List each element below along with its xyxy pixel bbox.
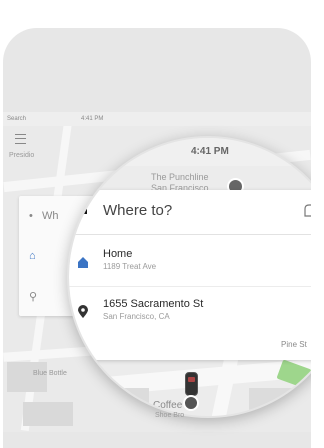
place-subtitle: 1189 Treat Ave bbox=[103, 262, 157, 271]
home-icon-small: ⌂ bbox=[29, 250, 36, 262]
where-to-row[interactable]: Where to? bbox=[69, 190, 311, 235]
location-pin-icon-small: ⚲ bbox=[29, 291, 38, 303]
status-bar: Search 4:41 PM bbox=[3, 112, 311, 126]
location-pin-icon bbox=[183, 395, 199, 411]
phone-frame: Search 4:41 PM Presidio Blue Bottle • Wh… bbox=[3, 28, 311, 448]
car-seat-icon[interactable] bbox=[301, 202, 311, 220]
saved-place-home[interactable]: Home 1189 Treat Ave bbox=[69, 240, 311, 287]
map-poi-small: Presidio bbox=[9, 152, 35, 159]
home-icon bbox=[78, 257, 88, 268]
status-bar-magnified: 4:41 PM bbox=[69, 138, 311, 166]
map-street-coffee: Coffee bbox=[153, 400, 183, 411]
status-carrier: Search bbox=[7, 116, 27, 122]
place-title: Home bbox=[103, 248, 133, 260]
place-title: 1655 Sacramento St bbox=[103, 298, 204, 310]
saved-place-sacramento[interactable]: 1655 Sacramento St San Francisco, CA bbox=[69, 290, 311, 336]
status-time: 4:41 PM bbox=[191, 146, 229, 157]
destination-square-icon bbox=[82, 209, 87, 214]
status-time-small: 4:41 PM bbox=[81, 116, 104, 122]
map-street-bottom: Shoe Bro bbox=[155, 412, 185, 419]
where-to-small: • Wh bbox=[29, 210, 59, 222]
map-block bbox=[249, 388, 311, 414]
car-icon bbox=[185, 372, 198, 396]
map-street-pine: Pine St bbox=[281, 340, 307, 349]
map-block bbox=[23, 402, 73, 426]
map-block bbox=[79, 388, 149, 416]
search-card: Where to? Home 1189 Treat Ave 1655 Sacra… bbox=[69, 190, 311, 360]
map-street-blue: Blue Bottle bbox=[33, 370, 67, 377]
hamburger-icon[interactable] bbox=[15, 134, 26, 144]
map-block bbox=[7, 362, 47, 392]
location-pin-icon bbox=[78, 305, 88, 318]
where-to-input[interactable]: Where to? bbox=[103, 202, 172, 219]
place-subtitle: San Francisco, CA bbox=[103, 312, 170, 321]
